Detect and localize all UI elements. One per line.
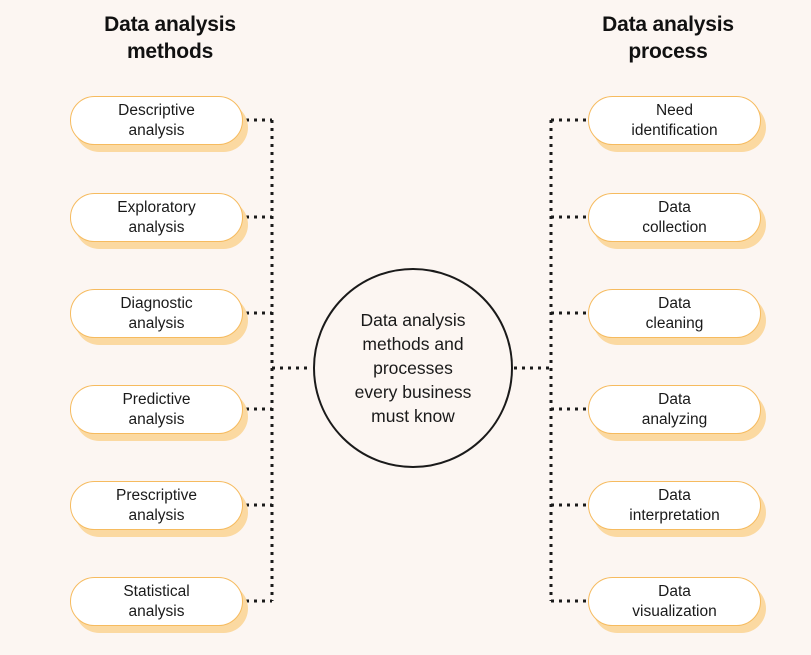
method-node-statistical-analysis[interactable]: Statistical analysis — [70, 577, 243, 626]
process-node-data-collection[interactable]: Data collection — [588, 193, 761, 242]
method-node-prescriptive-analysis[interactable]: Prescriptive analysis — [70, 481, 243, 530]
method-node-predictive-analysis[interactable]: Predictive analysis — [70, 385, 243, 434]
process-node-data-cleaning[interactable]: Data cleaning — [588, 289, 761, 338]
diagram-canvas: Data analysis methods Data analysis proc… — [0, 0, 811, 655]
method-node-descriptive-analysis[interactable]: Descriptive analysis — [70, 96, 243, 145]
left-column-title: Data analysis methods — [104, 13, 236, 63]
process-node-data-visualization[interactable]: Data visualization — [588, 577, 761, 626]
process-node-data-analyzing[interactable]: Data analyzing — [588, 385, 761, 434]
process-node-data-interpretation[interactable]: Data interpretation — [588, 481, 761, 530]
process-node-need-identification[interactable]: Need identification — [588, 96, 761, 145]
method-node-exploratory-analysis[interactable]: Exploratory analysis — [70, 193, 243, 242]
method-node-diagnostic-analysis[interactable]: Diagnostic analysis — [70, 289, 243, 338]
right-column-title: Data analysis process — [602, 13, 734, 63]
center-hub-circle: Data analysis methods and processes ever… — [313, 268, 513, 468]
